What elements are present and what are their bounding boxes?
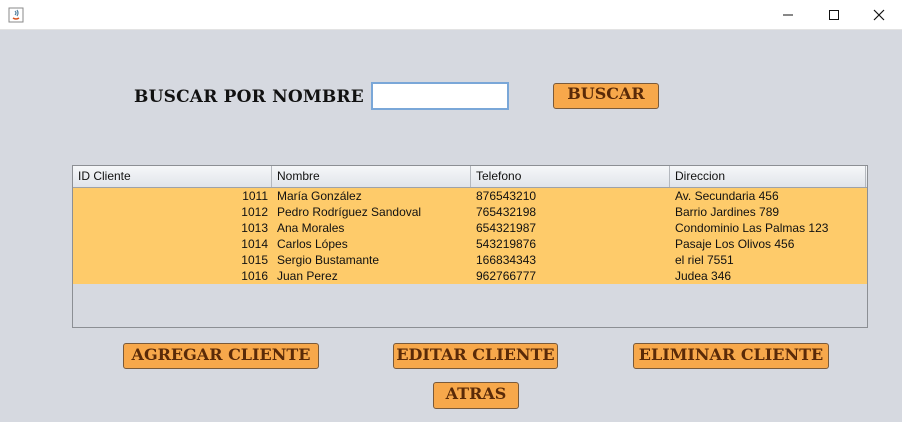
cell-direccion: Judea 346	[675, 269, 732, 283]
table-row[interactable]: 1011 María González 876543210 Av. Secund…	[73, 188, 867, 204]
search-label: BUSCAR POR NOMBRE :	[134, 87, 377, 107]
cell-telefono: 962766777	[476, 269, 537, 283]
edit-client-button[interactable]: EDITAR CLIENTE	[393, 343, 558, 369]
back-button[interactable]: ATRAS	[433, 382, 519, 409]
minimize-button[interactable]	[765, 0, 811, 30]
cell-id: 1012	[241, 205, 268, 219]
table-row[interactable]: 1014 Carlos Lópes 543219876 Pasaje Los O…	[73, 236, 867, 252]
cell-nombre: Sergio Bustamante	[277, 253, 380, 267]
java-icon	[8, 7, 24, 23]
close-button[interactable]	[856, 0, 902, 30]
column-header[interactable]: ID Cliente	[73, 166, 272, 187]
cell-id: 1011	[242, 189, 268, 203]
cell-direccion: Barrio Jardines 789	[675, 205, 780, 219]
search-button[interactable]: BUSCAR	[553, 83, 659, 109]
cell-id: 1014	[241, 237, 268, 251]
table-row[interactable]: 1016 Juan Perez 962766777 Judea 346	[73, 268, 867, 284]
cell-nombre: Pedro Rodríguez Sandoval	[277, 205, 422, 219]
search-input[interactable]	[371, 82, 509, 110]
table-row[interactable]: 1012 Pedro Rodríguez Sandoval 765432198 …	[73, 204, 867, 220]
maximize-icon	[829, 10, 839, 20]
cell-telefono: 765432198	[476, 205, 537, 219]
cell-telefono: 543219876	[476, 237, 537, 251]
cell-nombre: Juan Perez	[277, 269, 338, 283]
title-bar	[0, 0, 902, 30]
cell-nombre: Ana Morales	[277, 221, 345, 235]
column-header[interactable]: Direccion	[670, 166, 866, 187]
minimize-icon	[783, 14, 793, 16]
table-row[interactable]: 1013 Ana Morales 654321987 Condominio La…	[73, 220, 867, 236]
cell-nombre: María González	[277, 189, 362, 203]
cell-id: 1016	[241, 269, 268, 283]
cell-telefono: 876543210	[476, 189, 537, 203]
table-header: ID Cliente Nombre Telefono Direccion	[73, 166, 867, 188]
cell-telefono: 166834343	[476, 253, 537, 267]
cell-direccion: Av. Secundaria 456	[675, 189, 779, 203]
cell-telefono: 654321987	[476, 221, 537, 235]
main-panel: BUSCAR POR NOMBRE : BUSCAR ID Cliente No…	[0, 30, 902, 422]
delete-client-button[interactable]: ELIMINAR CLIENTE	[633, 343, 829, 369]
add-client-button[interactable]: AGREGAR CLIENTE	[123, 343, 319, 369]
column-header[interactable]: Nombre	[272, 166, 471, 187]
close-icon	[873, 9, 885, 21]
clients-table[interactable]: ID Cliente Nombre Telefono Direccion 101…	[72, 165, 868, 328]
cell-id: 1015	[241, 253, 268, 267]
cell-id: 1013	[241, 221, 268, 235]
maximize-button[interactable]	[811, 0, 857, 30]
table-row[interactable]: 1015 Sergio Bustamante 166834343 el riel…	[73, 252, 867, 268]
cell-direccion: Condominio Las Palmas 123	[675, 221, 829, 235]
cell-direccion: el riel 7551	[675, 253, 734, 267]
cell-nombre: Carlos Lópes	[277, 237, 348, 251]
cell-direccion: Pasaje Los Olivos 456	[675, 237, 795, 251]
column-header[interactable]: Telefono	[471, 166, 670, 187]
